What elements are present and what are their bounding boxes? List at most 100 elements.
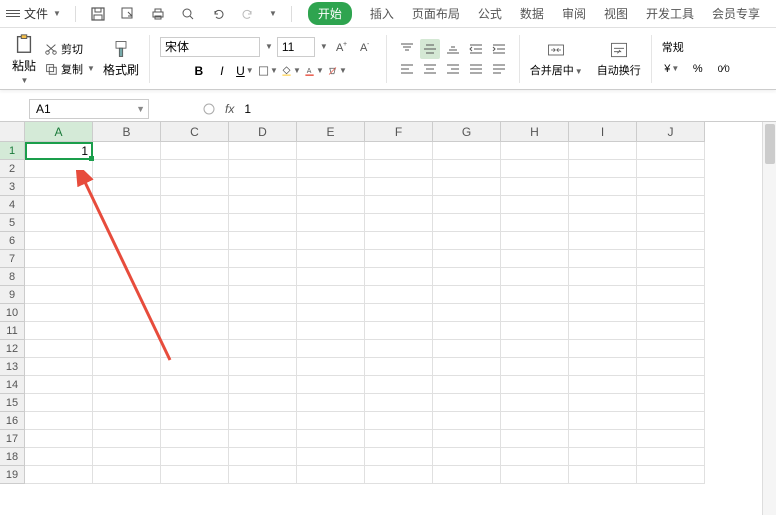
clear-format-icon[interactable]: ▼ [327, 61, 347, 81]
cell-J1[interactable] [637, 142, 705, 160]
cell-H18[interactable] [501, 448, 569, 466]
cell-D2[interactable] [229, 160, 297, 178]
cell-D17[interactable] [229, 430, 297, 448]
cell-J2[interactable] [637, 160, 705, 178]
align-center-icon[interactable] [420, 59, 440, 79]
cell-H1[interactable] [501, 142, 569, 160]
column-header-E[interactable]: E [297, 122, 365, 142]
cell-A19[interactable] [25, 466, 93, 484]
align-justify-icon[interactable] [466, 59, 486, 79]
cell-A14[interactable] [25, 376, 93, 394]
cell-B3[interactable] [93, 178, 161, 196]
cell-F10[interactable] [365, 304, 433, 322]
cell-G15[interactable] [433, 394, 501, 412]
tab-data[interactable]: 数据 [520, 2, 544, 25]
cell-E10[interactable] [297, 304, 365, 322]
cancel-icon[interactable] [199, 99, 219, 119]
tab-start[interactable]: 开始 [308, 2, 352, 25]
cell-C18[interactable] [161, 448, 229, 466]
cell-J10[interactable] [637, 304, 705, 322]
cell-J6[interactable] [637, 232, 705, 250]
cell-I19[interactable] [569, 466, 637, 484]
cell-F19[interactable] [365, 466, 433, 484]
align-top-icon[interactable] [397, 39, 417, 59]
row-header-9[interactable]: 9 [0, 286, 25, 304]
cell-G10[interactable] [433, 304, 501, 322]
row-header-14[interactable]: 14 [0, 376, 25, 394]
currency-icon[interactable]: ¥▼ [662, 59, 682, 79]
align-middle-icon[interactable] [420, 39, 440, 59]
cell-E7[interactable] [297, 250, 365, 268]
cell-A11[interactable] [25, 322, 93, 340]
cell-F9[interactable] [365, 286, 433, 304]
cell-D6[interactable] [229, 232, 297, 250]
file-menu[interactable]: 文件 ▼ [6, 5, 61, 22]
cell-H14[interactable] [501, 376, 569, 394]
row-header-1[interactable]: 1 [0, 142, 25, 160]
row-header-13[interactable]: 13 [0, 358, 25, 376]
cell-G6[interactable] [433, 232, 501, 250]
cell-E17[interactable] [297, 430, 365, 448]
cell-H7[interactable] [501, 250, 569, 268]
cell-B5[interactable] [93, 214, 161, 232]
cell-G13[interactable] [433, 358, 501, 376]
cell-E11[interactable] [297, 322, 365, 340]
cell-H4[interactable] [501, 196, 569, 214]
fx-icon[interactable]: fx [225, 102, 234, 116]
cell-C19[interactable] [161, 466, 229, 484]
cell-F13[interactable] [365, 358, 433, 376]
cell-H3[interactable] [501, 178, 569, 196]
cell-G7[interactable] [433, 250, 501, 268]
cell-B10[interactable] [93, 304, 161, 322]
tab-insert[interactable]: 插入 [370, 2, 394, 25]
cell-D5[interactable] [229, 214, 297, 232]
cell-G8[interactable] [433, 268, 501, 286]
cell-A3[interactable] [25, 178, 93, 196]
cell-H19[interactable] [501, 466, 569, 484]
cell-A6[interactable] [25, 232, 93, 250]
cell-E19[interactable] [297, 466, 365, 484]
cell-A9[interactable] [25, 286, 93, 304]
tab-vip[interactable]: 会员专享 [712, 2, 760, 25]
cell-E2[interactable] [297, 160, 365, 178]
cell-B16[interactable] [93, 412, 161, 430]
cell-B11[interactable] [93, 322, 161, 340]
cell-F16[interactable] [365, 412, 433, 430]
cell-D14[interactable] [229, 376, 297, 394]
row-header-11[interactable]: 11 [0, 322, 25, 340]
cell-A5[interactable] [25, 214, 93, 232]
print-icon[interactable] [148, 4, 168, 24]
cell-J4[interactable] [637, 196, 705, 214]
row-header-7[interactable]: 7 [0, 250, 25, 268]
select-all-corner[interactable] [0, 122, 25, 142]
cell-H15[interactable] [501, 394, 569, 412]
cell-B12[interactable] [93, 340, 161, 358]
comma-icon[interactable]: 0⁄0 [714, 59, 734, 79]
cell-D9[interactable] [229, 286, 297, 304]
cell-H16[interactable] [501, 412, 569, 430]
cell-B15[interactable] [93, 394, 161, 412]
cell-J9[interactable] [637, 286, 705, 304]
font-name-select[interactable] [160, 37, 260, 57]
cell-J15[interactable] [637, 394, 705, 412]
cell-D18[interactable] [229, 448, 297, 466]
cell-I9[interactable] [569, 286, 637, 304]
cell-E4[interactable] [297, 196, 365, 214]
cell-C4[interactable] [161, 196, 229, 214]
align-right-icon[interactable] [443, 59, 463, 79]
align-distribute-icon[interactable] [489, 59, 509, 79]
cell-E1[interactable] [297, 142, 365, 160]
row-header-10[interactable]: 10 [0, 304, 25, 322]
cell-B18[interactable] [93, 448, 161, 466]
column-header-J[interactable]: J [637, 122, 705, 142]
cell-D1[interactable] [229, 142, 297, 160]
cell-B2[interactable] [93, 160, 161, 178]
cell-G4[interactable] [433, 196, 501, 214]
cell-G5[interactable] [433, 214, 501, 232]
cell-J13[interactable] [637, 358, 705, 376]
cell-A10[interactable] [25, 304, 93, 322]
column-header-I[interactable]: I [569, 122, 637, 142]
cell-H9[interactable] [501, 286, 569, 304]
cell-B14[interactable] [93, 376, 161, 394]
cell-D4[interactable] [229, 196, 297, 214]
